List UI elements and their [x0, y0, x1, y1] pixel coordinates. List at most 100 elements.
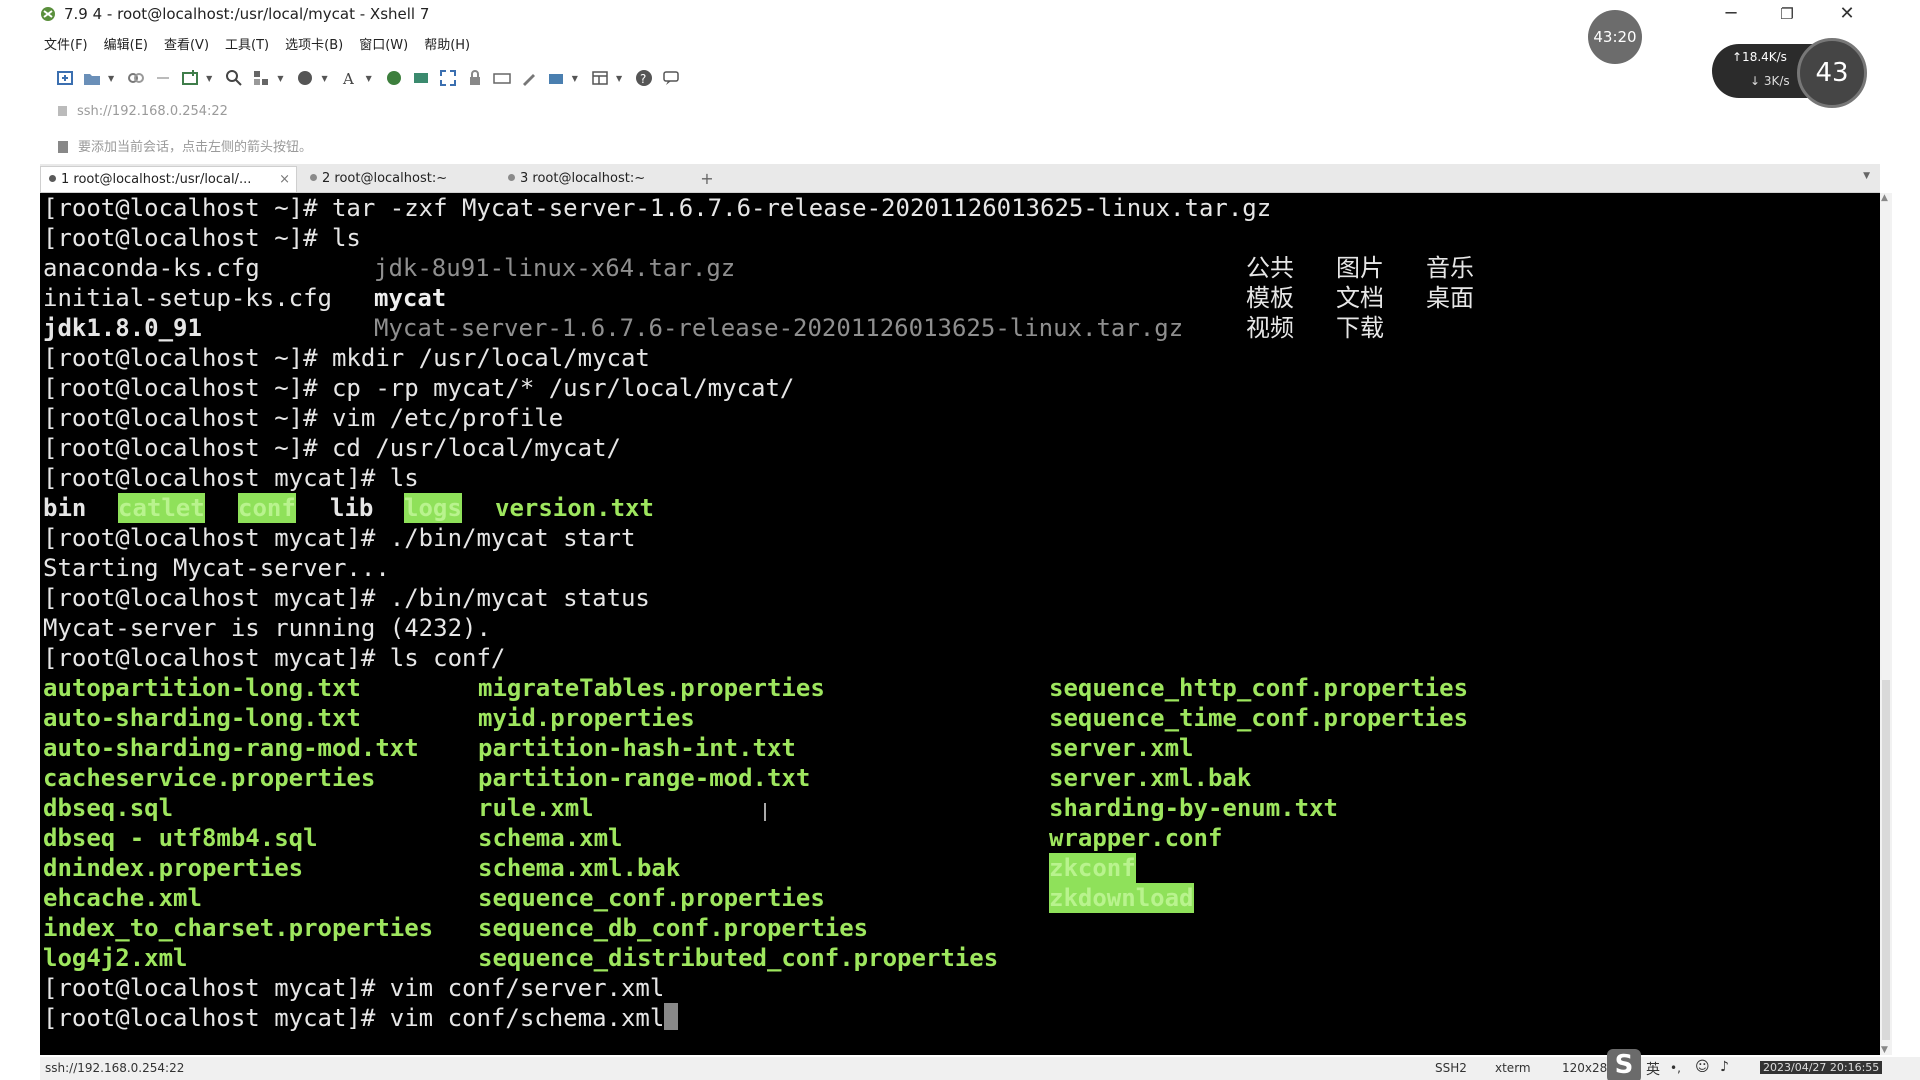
help-icon[interactable]: ? [633, 67, 655, 89]
conf-file: dbseq - utf8mb4.sql [43, 824, 318, 852]
terminal-line: Mycat-server is running (4232). [43, 614, 491, 642]
chat-icon[interactable] [660, 67, 682, 89]
terminal-line: [root@localhost mycat]# ls [43, 464, 419, 492]
ls-file: initial-setup-ks.cfg [43, 284, 332, 312]
terminal-prompt-line: [root@localhost mycat]# vim conf/schema.… [43, 1003, 679, 1033]
fullscreen-icon[interactable] [437, 67, 459, 89]
conf-directory-highlight: zkconf [1049, 853, 1136, 883]
terminal-cursor [664, 1003, 679, 1030]
menu-tabs[interactable]: 选项卡(B) [285, 34, 343, 56]
menu-window[interactable]: 窗口(W) [359, 34, 408, 56]
ls-directory: 视频 [1246, 314, 1294, 342]
scrollbar-thumb[interactable] [1882, 680, 1890, 1040]
conf-file: auto-sharding-rang-mod.txt [43, 734, 419, 762]
layout-icon[interactable] [589, 67, 611, 89]
ls-directory: 下载 [1336, 314, 1384, 342]
properties-icon[interactable] [250, 67, 272, 89]
ls-directory-highlight: logs [404, 493, 462, 523]
conf-file: migrateTables.properties [478, 674, 825, 702]
ime-emoji-icon[interactable]: ☺ [1695, 1059, 1710, 1075]
conf-file: cacheservice.properties [43, 764, 376, 792]
xshell-app-icon [41, 7, 55, 21]
minimize-button[interactable]: ─ [1708, 0, 1754, 30]
ls-directory-highlight: conf [238, 493, 296, 523]
ls-file: version.txt [495, 494, 654, 522]
tab-label: 2 root@localhost:~ [322, 171, 448, 186]
chevron-down-icon[interactable]: ▼ [572, 74, 578, 83]
connect-icon[interactable] [125, 67, 147, 89]
window-title: 7.9 4 - root@localhost:/usr/local/mycat … [64, 5, 430, 23]
menu-edit[interactable]: 编辑(E) [104, 34, 148, 56]
scroll-up-icon[interactable]: ▲ [1881, 193, 1888, 203]
ls-directory: jdk1.8.0_91 [43, 314, 202, 342]
lock-icon[interactable] [464, 67, 486, 89]
search-icon[interactable] [223, 67, 245, 89]
conf-file: partition-range-mod.txt [478, 764, 811, 792]
sogou-ime-icon[interactable]: S [1607, 1049, 1641, 1080]
xftp-icon[interactable] [410, 67, 432, 89]
ls-directory-highlight: catlet [118, 493, 205, 523]
tab-session-1[interactable]: 1 root@localhost:/usr/local/... × [40, 166, 297, 192]
ime-punctuation-icon[interactable]: •, [1670, 1061, 1681, 1075]
new-tab-button[interactable]: + [695, 166, 719, 191]
transfer-icon[interactable] [545, 67, 567, 89]
tab-label: 3 root@localhost:~ [520, 171, 646, 186]
menu-tools[interactable]: 工具(T) [225, 34, 269, 56]
conf-file: partition-hash-int.txt [478, 734, 796, 762]
address-text: ssh://192.168.0.254:22 [77, 104, 228, 119]
terminal-line: [root@localhost ~]# vim /etc/profile [43, 404, 564, 432]
menu-file[interactable]: 文件(F) [44, 34, 88, 56]
conf-file: schema.xml.bak [478, 854, 681, 882]
status-terminal-type: xterm [1495, 1061, 1531, 1075]
network-speed-widget: ↑18.4K/s ↓ 3K/s 43 [1712, 38, 1867, 108]
terminal-command: [root@localhost mycat]# vim conf/schema.… [43, 1004, 665, 1032]
status-address: ssh://192.168.0.254:22 [45, 1061, 185, 1075]
terminal-line: [root@localhost mycat]# vim conf/server.… [43, 974, 665, 1002]
color-scheme-icon[interactable] [294, 67, 316, 89]
maximize-button[interactable]: ❐ [1764, 0, 1810, 30]
ime-language[interactable]: 英 [1646, 1059, 1660, 1079]
clock-datetime: 2023/04/27 20:16:55 [1760, 1061, 1883, 1074]
font-icon[interactable]: A [339, 67, 361, 89]
menu-help[interactable]: 帮助(H) [424, 34, 470, 56]
chevron-down-icon[interactable]: ▼ [277, 74, 283, 83]
close-button[interactable]: ✕ [1824, 0, 1870, 30]
tab-menu-icon[interactable]: ▼ [1863, 171, 1870, 181]
scroll-down-icon[interactable]: ▼ [1881, 1045, 1888, 1055]
disconnect-icon[interactable] [152, 67, 174, 89]
conf-file: schema.xml [478, 824, 623, 852]
chevron-down-icon[interactable]: ▼ [366, 74, 372, 83]
usage-percent: 43 [1797, 38, 1867, 108]
status-protocol: SSH2 [1435, 1061, 1467, 1075]
tab-close-icon[interactable]: × [279, 167, 290, 192]
globe-icon[interactable] [383, 67, 405, 89]
menu-view[interactable]: 查看(V) [164, 34, 209, 56]
terminal-line: Starting Mycat-server... [43, 554, 390, 582]
microphone-icon[interactable]: ♪ [1720, 1059, 1729, 1075]
new-tab-icon[interactable] [179, 67, 201, 89]
terminal-line: [root@localhost ~]# ls [43, 224, 361, 252]
new-session-icon[interactable] [54, 67, 76, 89]
chevron-down-icon[interactable]: ▼ [108, 74, 114, 83]
chevron-down-icon[interactable]: ▼ [206, 74, 212, 83]
tab-session-2[interactable]: 2 root@localhost:~ [302, 166, 497, 191]
chevron-down-icon[interactable]: ▼ [321, 74, 327, 83]
terminal-line: [root@localhost ~]# cp -rp mycat/* /usr/… [43, 374, 795, 402]
chevron-down-icon[interactable]: ▼ [616, 74, 622, 83]
tab-status-icon [508, 174, 515, 181]
ls-directory: lib [330, 494, 374, 522]
conf-file: sequence_db_conf.properties [478, 914, 869, 942]
address-bar[interactable]: ssh://192.168.0.254:22 [58, 104, 228, 124]
status-bar: ssh://192.168.0.254:22 SSH2 xterm 120x28… [40, 1049, 1920, 1080]
open-folder-icon[interactable] [81, 67, 103, 89]
xshell-window: 7.9 4 - root@localhost:/usr/local/mycat … [0, 0, 1920, 1080]
conf-file: log4j2.xml [43, 944, 188, 972]
ls-directory: 公共 [1246, 254, 1294, 282]
keyboard-icon[interactable] [491, 67, 513, 89]
tab-session-3[interactable]: 3 root@localhost:~ [500, 166, 695, 191]
terminal-screen[interactable]: [root@localhost ~]# tar -zxf Mycat-serve… [40, 193, 1880, 1055]
conf-file: sequence_time_conf.properties [1049, 704, 1469, 732]
script-icon[interactable] [518, 67, 540, 89]
svg-text:A: A [342, 70, 354, 87]
svg-text:?: ? [640, 72, 646, 86]
